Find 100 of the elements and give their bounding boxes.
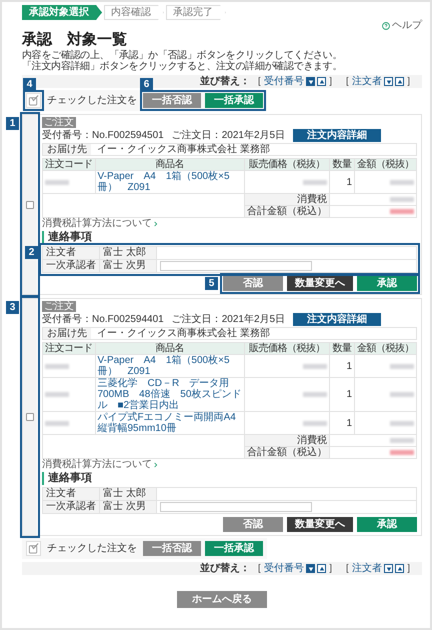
bracket: ［ (340, 76, 350, 87)
product-link[interactable]: V-Paper A4 1箱（500枚×5冊） Z091 (95, 354, 244, 378)
order-number: 受付番号：No.F002594501 (42, 130, 164, 141)
blurred-value (303, 364, 327, 368)
blurred-value (45, 392, 69, 397)
contact-name: 富士 次男 (100, 260, 156, 272)
sort-key: 注文者 (352, 76, 382, 87)
contact-role: 注文者 (42, 488, 100, 500)
down-triangle-icon (386, 566, 392, 572)
sort-key: 注文者 (352, 563, 382, 574)
column-header: 数量 (330, 158, 354, 170)
sort-key: 受付番号 (264, 76, 304, 87)
change-quantity-button[interactable]: 数量変更へ (287, 517, 353, 532)
callout-badge: 4 (23, 78, 36, 91)
product-link[interactable]: 三菱化学 CD－R データ用 700MB 48倍速 50枚スピンドル ■2営業日内出 (95, 378, 244, 412)
down-triangle-icon (386, 78, 392, 84)
comment-input-field[interactable] (160, 502, 312, 512)
order-tag: ご注文 (42, 117, 76, 128)
checkbox-icon (28, 95, 39, 106)
help-link[interactable]: ヘルプ (382, 20, 422, 31)
tax-info-link[interactable]: 消費税計算方法について (42, 218, 158, 229)
delivery-address: イー・クイックス商事株式会社 業務部 (97, 328, 270, 339)
sort-arrow-button[interactable] (306, 564, 315, 573)
checkbox-icon (28, 543, 39, 554)
quantity-cell: 1 (330, 412, 354, 434)
bracket: ］ (328, 563, 338, 574)
page-title: 承認 対象一覧 (22, 31, 128, 48)
blurred-value (45, 364, 69, 368)
blurred-value (303, 180, 327, 184)
order-date: ご注文日：2021年2月5日 (172, 130, 286, 141)
sort-label: 並び替え： (200, 76, 250, 87)
blurred-value (390, 180, 414, 184)
section-heading: 連絡事項 (42, 472, 417, 485)
callout-badge: 2 (25, 246, 38, 259)
column-header: 数量 (330, 342, 354, 354)
tax-info-link[interactable]: 消費税計算方法について (42, 459, 158, 470)
blurred-value (390, 420, 414, 426)
contact-role: 一次承認者 (42, 500, 100, 514)
quantity-cell: 1 (330, 170, 354, 194)
bulk-approve-button[interactable]: 一括承認 (205, 541, 263, 556)
order-date: ご注文日：2021年2月5日 (172, 314, 286, 325)
delivery-address: イー・クイックス商事株式会社 業務部 (97, 144, 270, 155)
order-checkbox[interactable] (26, 413, 34, 421)
bracket: ］ (406, 76, 416, 87)
blurred-value (390, 364, 414, 368)
sort-arrow-button[interactable] (384, 564, 393, 573)
bracket: ［ (340, 563, 350, 574)
total-label: 合計金額（税込） (244, 206, 330, 218)
contact-role: 注文者 (42, 246, 100, 260)
total-label: 合計金額（税込） (244, 446, 330, 458)
bracket: ］ (406, 563, 416, 574)
section-heading: 連絡事項 (42, 231, 417, 244)
chevron-right-icon (154, 220, 158, 226)
approve-button[interactable]: 承認 (357, 276, 417, 291)
tax-label: 消費税 (244, 434, 330, 446)
down-triangle-icon (308, 566, 314, 572)
callout-badge: 1 (6, 117, 19, 130)
callout-badge: 5 (205, 277, 218, 290)
select-all-button[interactable] (26, 541, 41, 556)
blurred-value (390, 197, 414, 202)
product-link[interactable]: パイプ式Fエコノミー両開両A4縦背幅95mm10冊 (95, 412, 244, 434)
up-triangle-icon (318, 78, 324, 84)
blurred-value (390, 209, 414, 214)
chevron-right-icon (154, 462, 158, 468)
order-tag: ご注文 (42, 301, 76, 312)
quantity-cell: 1 (330, 354, 354, 378)
order-number: 受付番号：No.F002594401 (42, 314, 164, 325)
delivery-label: お届け先 (43, 144, 91, 155)
bracket: ［ (252, 563, 262, 574)
sort-arrow-button[interactable] (306, 77, 315, 86)
sort-arrow-button[interactable] (395, 564, 404, 573)
contact-role: 一次承認者 (42, 260, 100, 272)
bulk-action-label: チェックした注文を (47, 543, 137, 554)
select-all-button[interactable] (26, 93, 41, 108)
order-checkbox[interactable] (26, 200, 34, 208)
approve-button[interactable]: 承認 (357, 517, 417, 532)
bulk-action-label: チェックした注文を (47, 95, 137, 106)
blurred-value (45, 420, 69, 426)
sort-arrow-button[interactable] (317, 564, 326, 573)
down-triangle-icon (308, 78, 314, 84)
help-icon (382, 22, 390, 30)
order-detail-button[interactable]: 注文内容詳細 (293, 129, 382, 142)
sort-arrow-button[interactable] (384, 77, 393, 86)
product-link[interactable]: V-Paper A4 1箱（500枚×5冊） Z091 (95, 170, 244, 194)
column-header: 金額（税抜） (354, 342, 416, 354)
blurred-value (303, 420, 327, 426)
up-triangle-icon (318, 566, 324, 572)
change-quantity-button[interactable]: 数量変更へ (287, 276, 353, 291)
sort-key: 受付番号 (264, 563, 304, 574)
tax-label: 消費税 (244, 194, 330, 206)
instruction-text: 内容をご確認の上、「承認」か「否認」ボタンをクリックしてください。 (22, 50, 344, 61)
bracket: ］ (328, 76, 338, 87)
comment-input-field[interactable] (160, 261, 312, 271)
bracket: ［ (252, 76, 262, 87)
bulk-approve-button[interactable]: 一括承認 (205, 93, 263, 108)
sort-arrow-button[interactable] (395, 77, 404, 86)
contact-name: 富士 太郎 (100, 246, 156, 260)
order-detail-button[interactable]: 注文内容詳細 (293, 313, 382, 326)
up-triangle-icon (396, 78, 402, 84)
sort-arrow-button[interactable] (317, 77, 326, 86)
